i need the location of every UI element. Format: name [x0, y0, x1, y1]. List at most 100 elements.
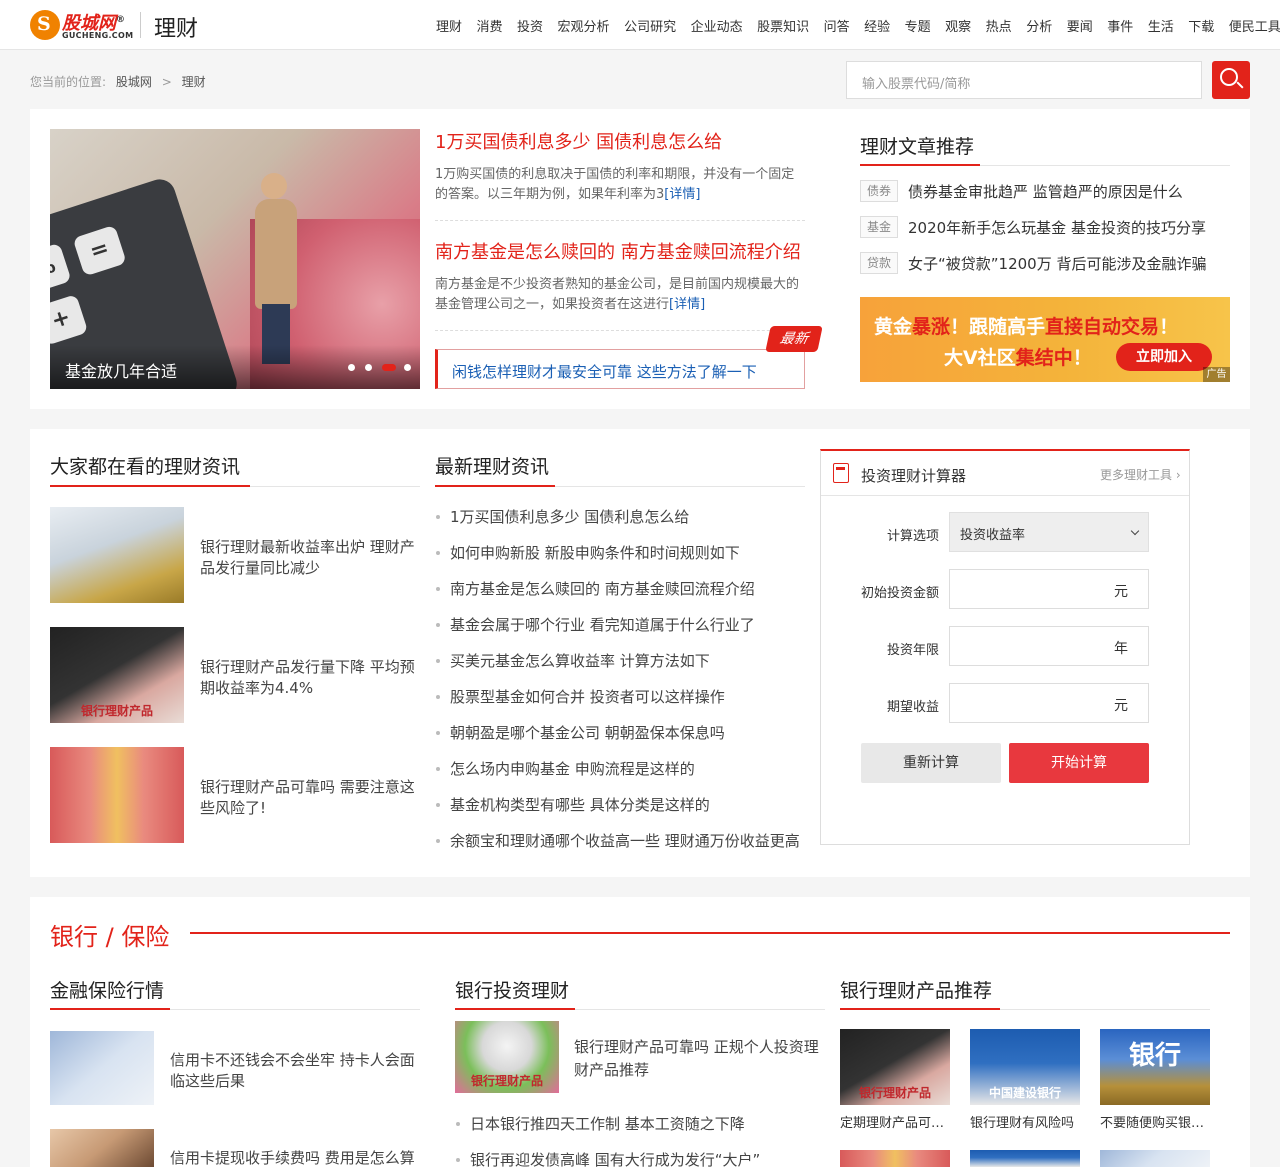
nav-item[interactable]: 观察: [945, 16, 971, 35]
reset-button[interactable]: 重新计算: [861, 743, 1001, 783]
hero-slide-image[interactable]: % = +: [50, 129, 420, 389]
channel-section-title[interactable]: 银行 / 保险: [50, 917, 169, 952]
news-list-item[interactable]: 买美元基金怎么算收益率 计算方法如下: [436, 650, 804, 671]
ad-headline: 黄金暴涨！跟随高手直接自动交易！: [874, 316, 1179, 338]
news-list-item[interactable]: 朝朝盈是哪个基金公司 朝朝盈保本保息吗: [436, 722, 804, 743]
initial-amount-input[interactable]: 元: [949, 569, 1149, 609]
news-list-item[interactable]: 南方基金是怎么赎回的 南方基金赎回流程介绍: [436, 578, 804, 599]
news-list-item[interactable]: 1万买国债利息多少 国债利息怎么给: [436, 506, 804, 527]
breadcrumb-separator: >: [161, 75, 172, 89]
news-list-item[interactable]: 基金会属于哪个行业 看完知道属于什么行业了: [436, 614, 804, 635]
expected-return-input[interactable]: 元: [949, 683, 1149, 723]
more-tools-link[interactable]: 更多理财工具 ›: [1100, 466, 1181, 483]
logo-icon[interactable]: [30, 10, 60, 40]
news-list-item[interactable]: 银行再迎发债高峰 国有大行成为发行“大户”: [456, 1149, 824, 1167]
slide-dot[interactable]: [404, 364, 411, 371]
nav-item[interactable]: 分析: [1026, 16, 1052, 35]
section-rule-accent: [860, 164, 980, 166]
news-title[interactable]: 银行理财产品可靠吗 需要注意这些风险了!: [200, 777, 418, 819]
category-tag[interactable]: 贷款: [860, 252, 898, 274]
search-button[interactable]: [1212, 61, 1250, 99]
category-tag[interactable]: 基金: [860, 216, 898, 238]
nav-item[interactable]: 宏观分析: [558, 16, 610, 35]
channel-section-rule: [190, 932, 1230, 934]
nav-item[interactable]: 专题: [905, 16, 931, 35]
breadcrumb: 您当前的位置: 股城网 > 理财: [30, 73, 206, 90]
news-thumbnail[interactable]: [50, 1129, 154, 1167]
product-thumbnail[interactable]: [970, 1150, 1080, 1167]
recommend-item[interactable]: 贷款 女子“被贷款”1200万 背后可能涉及金融诈骗: [860, 252, 1230, 274]
nav-item[interactable]: 经验: [864, 16, 890, 35]
headline-title[interactable]: 1万买国债利息多少 国债利息怎么给: [435, 128, 722, 154]
nav-item[interactable]: 理财: [436, 16, 462, 35]
slide-dot[interactable]: [348, 364, 355, 371]
news-list-item[interactable]: 基金机构类型有哪些 具体分类是这样的: [436, 794, 804, 815]
headline-title[interactable]: 南方基金是怎么赎回的 南方基金赎回流程介绍: [435, 238, 801, 264]
news-thumbnail[interactable]: [50, 1031, 154, 1105]
product-thumbnail[interactable]: [1100, 1150, 1210, 1167]
news-list-item[interactable]: 日本银行推四天工作制 基本工资随之下降: [456, 1113, 824, 1134]
news-list-item[interactable]: 股票型基金如何合并 投资者可以这样操作: [436, 686, 804, 707]
news-title[interactable]: 信用卡提现收手续费吗 费用是怎么算的: [170, 1148, 420, 1167]
product-thumbnail[interactable]: 银行: [1100, 1029, 1210, 1105]
slide-dot[interactable]: [365, 364, 372, 371]
news-thumbnail[interactable]: [50, 507, 184, 603]
news-title[interactable]: 银行理财产品发行量下降 平均预期收益率为4.4%: [200, 657, 418, 699]
product-title[interactable]: 银行理财有风险吗: [970, 1112, 1080, 1131]
search-input[interactable]: 输入股票代码/简称: [846, 61, 1202, 99]
nav-item[interactable]: 问答: [824, 16, 850, 35]
breadcrumb-current[interactable]: 理财: [182, 75, 206, 89]
news-title[interactable]: 信用卡不还钱会不会坐牢 持卡人会面临这些后果: [170, 1050, 420, 1092]
recommend-title[interactable]: 2020年新手怎么玩基金 基金投资的技巧分享: [908, 217, 1230, 238]
search-icon: [1220, 68, 1238, 86]
nav-item[interactable]: 公司研究: [624, 16, 676, 35]
section-rule-accent: [50, 485, 250, 487]
section-title: 银行投资理财: [455, 980, 570, 1002]
calculator-icon: [833, 463, 849, 483]
nav-item[interactable]: 便民工具: [1229, 16, 1280, 35]
product-thumbnail[interactable]: [840, 1150, 950, 1167]
category-tag[interactable]: 债券: [860, 180, 898, 202]
calc-option-select[interactable]: 投资收益率: [949, 512, 1149, 552]
recommend-item[interactable]: 债券 债券基金审批趋严 监管趋严的原因是什么: [860, 180, 1230, 202]
nav-item[interactable]: 投资: [517, 16, 543, 35]
product-thumbnail[interactable]: 银行理财产品: [840, 1029, 950, 1105]
ad-label: 广告: [1203, 367, 1230, 382]
news-list-item[interactable]: 余额宝和理财通哪个收益高一些 理财通万份收益更高: [436, 830, 804, 851]
chevron-down-icon: [1130, 526, 1140, 536]
nav-item[interactable]: 要闻: [1067, 16, 1093, 35]
recommend-title[interactable]: 债券基金审批趋严 监管趋严的原因是什么: [908, 181, 1230, 202]
product-title[interactable]: 定期理财产品可靠吗: [840, 1112, 950, 1131]
news-list-item[interactable]: 怎么场内申购基金 申购流程是这样的: [436, 758, 804, 779]
news-thumbnail[interactable]: 银行理财产品: [50, 627, 184, 723]
nav-item[interactable]: 生活: [1148, 16, 1174, 35]
section-title: 最新理财资讯: [435, 456, 550, 478]
nav-item[interactable]: 事件: [1107, 16, 1133, 35]
news-title[interactable]: 银行理财产品可靠吗 正规个人投资理财产品推荐: [574, 1036, 826, 1082]
news-thumbnail[interactable]: 银行理财产品: [455, 1021, 559, 1093]
nav-item[interactable]: 企业动态: [691, 16, 743, 35]
product-thumbnail[interactable]: 中国建设银行: [970, 1029, 1080, 1105]
nav-item[interactable]: 股票知识: [757, 16, 809, 35]
breadcrumb-home[interactable]: 股城网: [116, 75, 152, 89]
news-title[interactable]: 银行理财最新收益率出炉 理财产品发行量同比减少: [200, 537, 418, 579]
years-input[interactable]: 年: [949, 626, 1149, 666]
hero-caption[interactable]: 基金放几年合适: [65, 358, 177, 382]
recommend-item[interactable]: 基金 2020年新手怎么玩基金 基金投资的技巧分享: [860, 216, 1230, 238]
news-list-item[interactable]: 如何申购新股 新股申购条件和时间规则如下: [436, 542, 804, 563]
slide-dot-active[interactable]: [382, 364, 396, 371]
product-title[interactable]: 不要随便购买银行理财: [1100, 1112, 1210, 1131]
news-thumbnail[interactable]: [50, 747, 184, 843]
nav-item[interactable]: 热点: [986, 16, 1012, 35]
new-badge: 最新: [765, 326, 823, 352]
ad-join-button[interactable]: 立即加入: [1116, 343, 1212, 371]
divider: [435, 330, 805, 331]
calculate-button[interactable]: 开始计算: [1009, 743, 1149, 783]
detail-link[interactable]: [详情]: [669, 297, 705, 312]
detail-link[interactable]: [详情]: [664, 187, 700, 202]
nav-item[interactable]: 消费: [477, 16, 503, 35]
recommend-title[interactable]: 女子“被贷款”1200万 背后可能涉及金融诈骗: [908, 253, 1230, 274]
section-rule-accent: [840, 1008, 1000, 1010]
hot-article-link[interactable]: 闲钱怎样理财才最安全可靠 这些方法了解一下: [435, 349, 805, 389]
nav-item[interactable]: 下载: [1188, 16, 1214, 35]
